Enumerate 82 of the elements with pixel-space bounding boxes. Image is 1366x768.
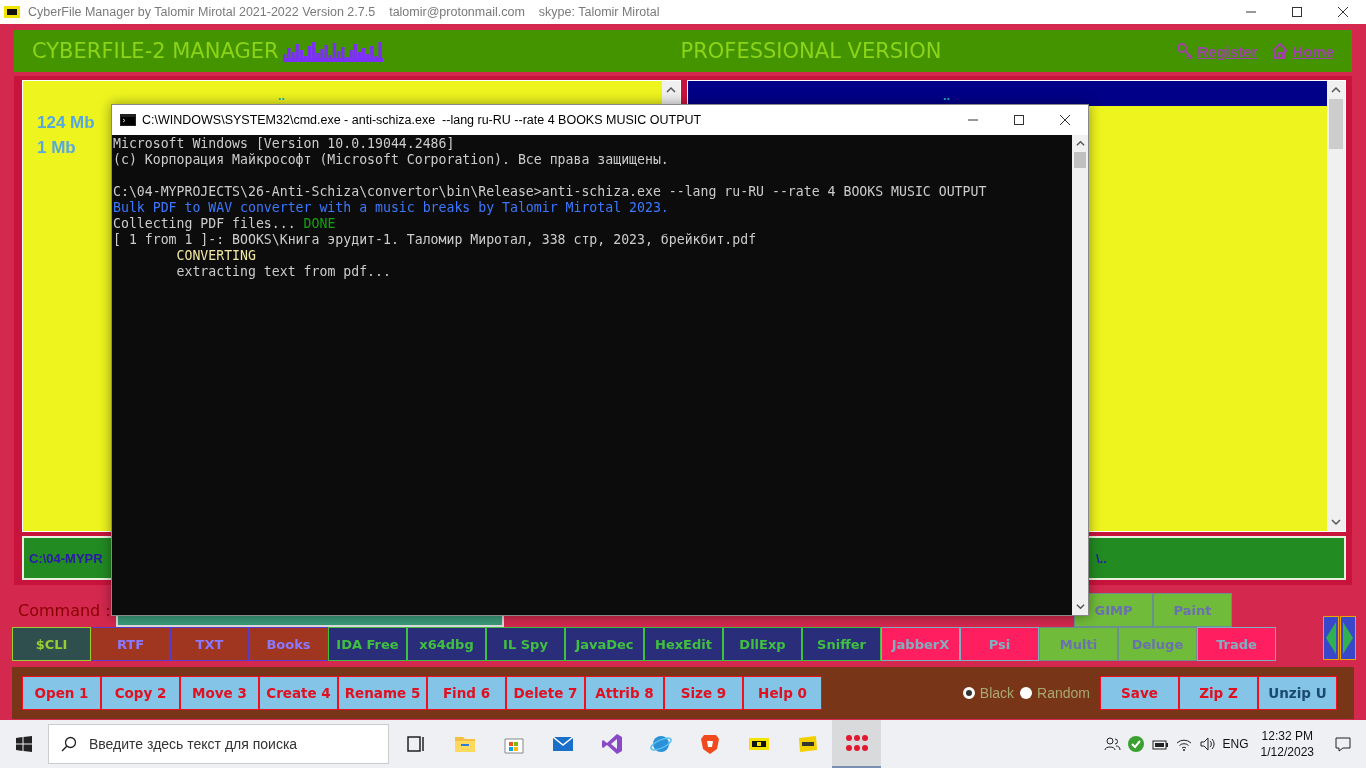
path-text: \.. [1095, 550, 1107, 566]
scroll-down-icon[interactable] [1331, 517, 1341, 527]
tool-button[interactable]: JabberX [881, 627, 960, 661]
path-text: C:\04-MYPR [29, 550, 103, 566]
console-line: (c) Корпорация Майкрософт (Microsoft Corporation). Все права защищены. [113, 152, 669, 168]
action-button[interactable]: Copy 2 [101, 676, 180, 710]
action-button[interactable]: Open 1 [22, 676, 101, 710]
clock-date: 1/12/2023 [1260, 744, 1314, 760]
scroll-thumb[interactable] [1074, 152, 1086, 168]
tool-button[interactable]: IL Spy [486, 627, 565, 661]
volume-icon[interactable] [1198, 735, 1217, 753]
parent-entry[interactable]: .. [277, 90, 286, 102]
parent-entry[interactable]: .. [942, 90, 951, 102]
tool-button[interactable]: $CLI [12, 627, 91, 661]
tool-button[interactable]: JavaDec [565, 627, 644, 661]
action-button[interactable]: Find 6 [427, 676, 506, 710]
house-icon [1271, 42, 1290, 60]
console-icon [120, 114, 136, 126]
notification-icon[interactable] [1334, 735, 1352, 753]
tool-button[interactable]: Sniffer [802, 627, 881, 661]
tool-button[interactable]: RTF [91, 627, 170, 661]
scrollbar[interactable] [1327, 81, 1345, 531]
search-field[interactable]: Введите здесь текст для поиска [48, 724, 389, 764]
tool-button[interactable]: Books [249, 627, 328, 661]
key-icon [1176, 42, 1195, 60]
command-label: Command : [18, 600, 112, 620]
action-button[interactable]: Create 4 [259, 676, 338, 710]
action-button[interactable]: Unzip U [1258, 676, 1337, 710]
tool-button[interactable]: DllExp [723, 627, 802, 661]
edition-title: PROFESSIONAL VERSION [680, 39, 942, 63]
app-title: CYBERFILE-2 MANAGER [32, 39, 279, 63]
console-line: extracting text from pdf... [175, 264, 391, 280]
tool-button[interactable]: Deluge [1118, 627, 1197, 661]
window-title: CyberFile Manager by Talomir Mirotal 2021-2022 Version 2.7.5 [28, 5, 376, 19]
tool-button[interactable]: Paint [1153, 593, 1232, 627]
action-button[interactable]: Move 3 [180, 676, 259, 710]
action-button[interactable]: Zip Z [1179, 676, 1258, 710]
action-button[interactable]: Attrib 8 [585, 676, 664, 710]
language-indicator[interactable]: ENG [1222, 737, 1249, 751]
console-line: [ 1 from 1 ]-: BOOKS\Книга эрудит-1. Таломир Миротал, 338 стр, 2023, брейкбит.pdf [113, 232, 757, 248]
tool-button[interactable]: Multi [1039, 627, 1118, 661]
tool-button[interactable]: TXT [170, 627, 249, 661]
action-button[interactable]: Delete 7 [506, 676, 585, 710]
action-button[interactable]: Save [1100, 676, 1179, 710]
size-label: 1 Mb [37, 137, 76, 159]
console-line: CONVERTING [175, 248, 256, 264]
equalizer-icon [282, 40, 383, 62]
author-skype: skype: Talomir Mirotal [538, 5, 660, 19]
action-button[interactable]: Size 9 [664, 676, 743, 710]
action-button[interactable]: Help 0 [743, 676, 822, 710]
console-scrollbar[interactable] [1072, 135, 1088, 615]
tool-button[interactable]: IDA Free [328, 627, 407, 661]
scroll-left-icon[interactable] [1323, 616, 1339, 660]
header-link[interactable]: Register [1176, 42, 1258, 60]
author-email: talomir@protonmail.com [389, 5, 525, 19]
scroll-up-icon[interactable] [1331, 85, 1341, 95]
scroll-down-icon[interactable] [1075, 602, 1085, 611]
tool-button[interactable]: HexEdit [644, 627, 723, 661]
console-title: C:\WINDOWS\SYSTEM32\cmd.exe - anti-schiza.exe --lang ru-RU --rate 4 BOOKS MUSIC OUTPUT [142, 113, 702, 127]
tool-button[interactable]: Psi [960, 627, 1039, 661]
tool-button[interactable]: x64dbg [407, 627, 486, 661]
theme-radio[interactable]: Random [1020, 685, 1090, 701]
header-link[interactable]: Home [1271, 42, 1334, 60]
studio-icon[interactable] [599, 732, 624, 756]
scroll-right-icon[interactable] [1340, 616, 1356, 660]
shield-check-icon[interactable] [1126, 735, 1145, 753]
console-line: Bulk PDF to WAV converter with a music breaks by Talomir Mirotal 2023. [113, 200, 669, 216]
scroll-up-icon[interactable] [666, 85, 676, 95]
windows-start-icon[interactable] [16, 736, 32, 752]
console-line: C:\04-MYPROJECTS\26-Anti-Schiza\convertor\bin\Release>anti-schiza.exe --lang ru-RU --rate 4 BOOKS MUSIC OUTPUT [113, 184, 987, 200]
scroll-thumb[interactable] [1329, 99, 1343, 149]
theme-radio[interactable]: Black [962, 685, 1015, 701]
clock[interactable]: 12:32 PM 1/12/2023 [1260, 728, 1314, 760]
size-label: 124 Mb [37, 112, 95, 134]
console-line: Microsoft Windows [Version 10.0.19044.2486] [113, 136, 455, 152]
app-icon [4, 6, 20, 18]
tool-button[interactable]: Trade [1197, 627, 1276, 661]
people-icon[interactable] [1102, 735, 1121, 753]
action-button[interactable]: Rename 5 [338, 676, 427, 710]
scroll-up-icon[interactable] [1075, 139, 1085, 148]
clock-time: 12:32 PM [1261, 728, 1313, 744]
console-line: Collecting PDF files... DONE [113, 216, 336, 232]
